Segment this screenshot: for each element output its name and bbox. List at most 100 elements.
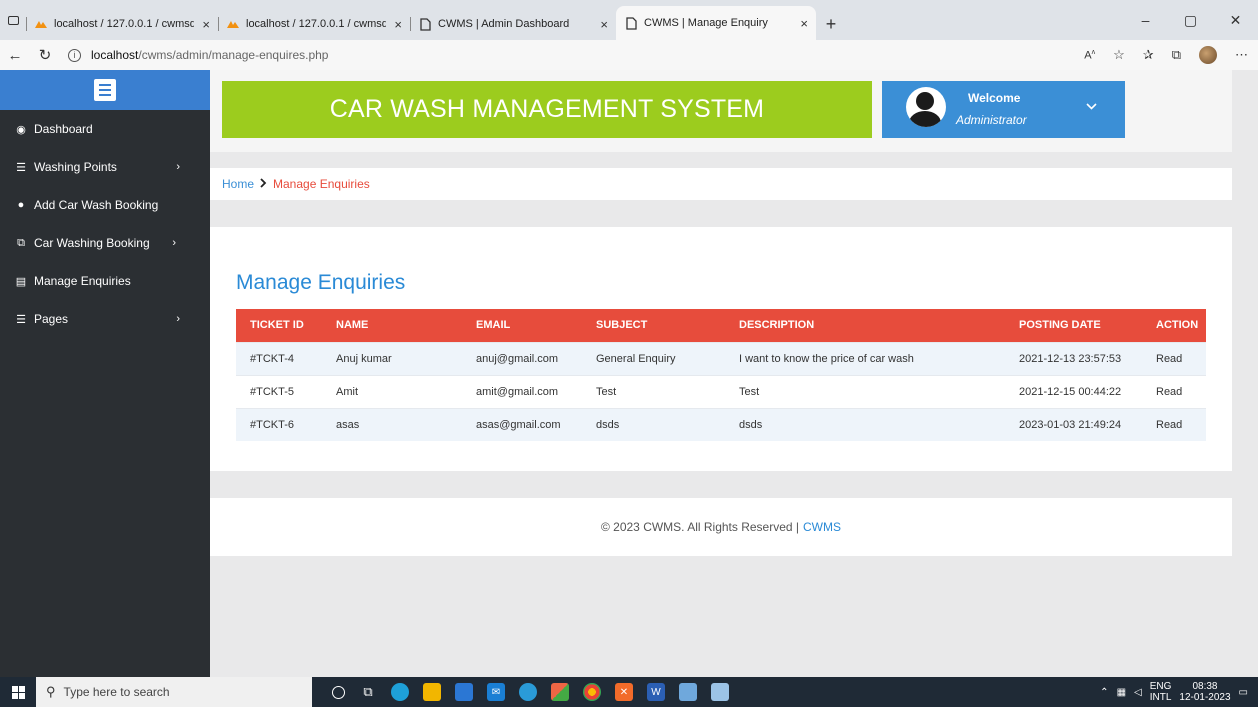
- cell-description: I want to know the price of car wash: [729, 341, 1009, 375]
- list-icon: ☰: [16, 161, 26, 174]
- speaker-icon[interactable]: ◁: [1134, 687, 1142, 698]
- more-icon[interactable]: ⋯: [1235, 47, 1248, 63]
- welcome-label: Welcome: [968, 91, 1021, 105]
- taskbar-search-box[interactable]: ⚲ Type here to search: [36, 677, 312, 707]
- footer-text: © 2023 CWMS. All Rights Reserved |: [600, 520, 800, 534]
- window-close-icon[interactable]: ✕: [1213, 12, 1258, 29]
- chrome-icon[interactable]: [583, 683, 601, 701]
- column-header: NAME: [336, 319, 369, 332]
- store-icon[interactable]: [455, 683, 473, 701]
- cell-ticket-id: #TCKT-4: [236, 341, 326, 375]
- chevron-right-icon: ›: [176, 161, 180, 173]
- cortana-icon[interactable]: [332, 685, 345, 699]
- close-icon[interactable]: ×: [202, 17, 210, 32]
- sidebar-item-dashboard[interactable]: ◉ Dashboard: [0, 110, 210, 148]
- network-icon[interactable]: ▦: [1117, 687, 1126, 698]
- xampp-icon[interactable]: ✕: [615, 683, 633, 701]
- safari-icon[interactable]: [519, 683, 537, 701]
- breadcrumb: Home Manage Enquiries: [210, 168, 1232, 200]
- windows-taskbar: ⚲ Type here to search ⧉ ✉ ✕ W ⌃ ▦ ◁ ENG …: [0, 677, 1258, 707]
- image-viewer-icon[interactable]: [711, 683, 729, 701]
- footer-link[interactable]: CWMS: [803, 520, 841, 534]
- sidebar-item-label: Add Car Wash Booking: [34, 198, 159, 212]
- list-icon: ☰: [16, 313, 26, 326]
- close-icon[interactable]: ×: [600, 17, 608, 32]
- cell-name: Anuj kumar: [326, 341, 466, 375]
- reload-icon[interactable]: ↻: [30, 46, 60, 64]
- main-content: CAR WASH MANAGEMENT SYSTEM Welcome Admin…: [210, 70, 1258, 677]
- sidebar-item-washing-points[interactable]: ☰ Washing Points ›: [0, 148, 210, 186]
- chevron-down-icon: [1086, 101, 1097, 113]
- tab-actions-button[interactable]: [0, 0, 26, 40]
- notification-icon[interactable]: ▭: [1239, 687, 1248, 698]
- read-action-link[interactable]: Read: [1146, 407, 1206, 441]
- cell-ticket-id: #TCKT-6: [236, 407, 326, 441]
- back-icon[interactable]: ←: [0, 47, 30, 64]
- favorite-add-icon[interactable]: ☆: [1113, 47, 1125, 63]
- collections-icon[interactable]: ⧉: [1172, 47, 1181, 63]
- browser-tab-3[interactable]: CWMS | Admin Dashboard ×: [410, 8, 616, 40]
- page-icon: [418, 17, 432, 31]
- sidebar-item-add-car-wash-booking[interactable]: ● Add Car Wash Booking: [0, 186, 210, 224]
- breadcrumb-home-link[interactable]: Home: [222, 177, 254, 191]
- sidebar-item-car-washing-booking[interactable]: ⧉ Car Washing Booking ›: [0, 224, 210, 262]
- browser-tab-1[interactable]: localhost / 127.0.0.1 / cwmsdb / ×: [26, 8, 218, 40]
- word-icon[interactable]: W: [647, 683, 665, 701]
- cell-description: dsds: [729, 407, 1009, 441]
- clock-date: 12-01-2023: [1179, 692, 1231, 703]
- cell-email: amit@gmail.com: [466, 374, 586, 408]
- clock[interactable]: 08:38 12-01-2023: [1179, 681, 1230, 703]
- maximize-icon[interactable]: ▢: [1168, 12, 1213, 29]
- user-name: Administrator: [956, 113, 1027, 127]
- sidebar-item-label: Car Washing Booking: [34, 236, 150, 250]
- sidebar-item-pages[interactable]: ☰ Pages ›: [0, 300, 210, 338]
- task-view-icon[interactable]: ⧉: [359, 683, 377, 701]
- column-header: ACTION: [1156, 319, 1199, 332]
- close-icon[interactable]: ×: [394, 17, 402, 32]
- file-icon: ▤: [15, 275, 27, 288]
- file-explorer-icon[interactable]: [423, 683, 441, 701]
- profile-avatar-icon[interactable]: [1199, 46, 1217, 64]
- read-action-link[interactable]: Read: [1146, 341, 1206, 375]
- user-menu-button[interactable]: Welcome Administrator: [882, 81, 1125, 138]
- address-bar-icons: Aʌ ☆ ✰ ⧉ ⋯: [1084, 40, 1248, 70]
- start-button[interactable]: [0, 677, 36, 707]
- system-tray: ⌃ ▦ ◁ ENG INTL 08:38 12-01-2023 ▭: [1100, 677, 1258, 707]
- edge-icon[interactable]: [391, 683, 409, 701]
- column-header: SUBJECT: [596, 319, 648, 332]
- browser-tab-2[interactable]: localhost / 127.0.0.1 / cwmsdb / ×: [218, 8, 410, 40]
- cell-ticket-id: #TCKT-5: [236, 374, 326, 408]
- table-row: #TCKT-6 asas asas@gmail.com dsds dsds 20…: [236, 407, 1206, 441]
- menu-toggle-icon[interactable]: [94, 79, 116, 101]
- browser-tab-4-active[interactable]: CWMS | Manage Enquiry ×: [616, 6, 816, 40]
- phpmyadmin-icon: [226, 17, 240, 31]
- url-field[interactable]: i localhost/cwms/admin/manage-enquires.p…: [68, 48, 328, 62]
- page-footer: © 2023 CWMS. All Rights Reserved | CWMS: [210, 498, 1232, 556]
- mail-icon[interactable]: ✉: [487, 683, 505, 701]
- read-aloud-icon[interactable]: Aʌ: [1084, 49, 1095, 62]
- copy-icon: ⧉: [17, 236, 25, 249]
- sidebar-item-manage-enquiries[interactable]: ▤ Manage Enquiries: [0, 262, 210, 300]
- info-icon[interactable]: i: [68, 48, 81, 62]
- cell-subject: General Enquiry: [586, 341, 729, 375]
- cell-posting-date: 2023-01-03 21:49:24: [1009, 407, 1146, 441]
- browser-tab-bar: localhost / 127.0.0.1 / cwmsdb / × local…: [0, 0, 1258, 40]
- photos-icon[interactable]: [679, 683, 697, 701]
- read-action-link[interactable]: Read: [1146, 374, 1206, 408]
- new-tab-button[interactable]: +: [816, 8, 846, 40]
- window-controls: – ▢ ✕: [1123, 0, 1258, 40]
- enquiries-panel: Manage Enquiries TICKET ID NAME EMAIL SU…: [210, 227, 1232, 471]
- app-grid-icon[interactable]: [551, 683, 569, 701]
- minimize-icon[interactable]: –: [1123, 12, 1168, 28]
- language-indicator[interactable]: ENG INTL: [1150, 681, 1172, 703]
- brand-banner: CAR WASH MANAGEMENT SYSTEM: [222, 81, 872, 138]
- url-path: /cwms/admin/manage-enquires.php: [138, 48, 329, 62]
- chevron-up-icon[interactable]: ⌃: [1100, 687, 1108, 698]
- tab-actions-icon: [7, 15, 19, 25]
- cell-subject: dsds: [586, 407, 729, 441]
- chevron-right-icon: ›: [176, 313, 180, 325]
- close-icon[interactable]: ×: [800, 16, 808, 31]
- tab-label: CWMS | Admin Dashboard: [438, 18, 570, 30]
- enquiries-table: TICKET ID NAME EMAIL SUBJECT DESCRIPTION…: [236, 309, 1206, 441]
- favorites-icon[interactable]: ✰: [1143, 47, 1154, 63]
